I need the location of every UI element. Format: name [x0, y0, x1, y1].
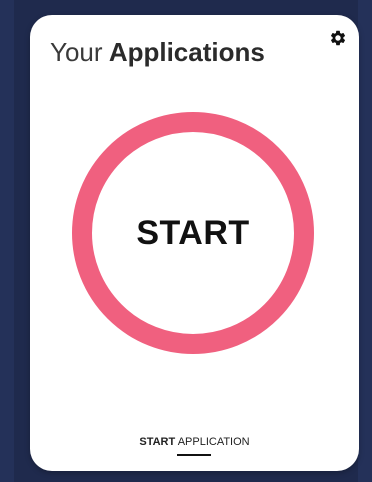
applications-card: Your Applications START START APPLICATIO… [30, 15, 359, 471]
tab-label-bold: START [139, 436, 176, 448]
tab-label-normal: APPLICATION [177, 436, 250, 448]
active-tab-indicator [177, 454, 211, 456]
frame-edge-right [358, 0, 372, 482]
gear-icon[interactable] [329, 29, 347, 47]
start-button-label: START [136, 213, 250, 252]
page-title: Your Applications [50, 37, 265, 67]
start-button[interactable]: START [72, 112, 314, 354]
page-title-bold: Applications [108, 37, 265, 67]
page-title-light: Your [50, 37, 103, 67]
gear-icon-svg [331, 30, 346, 46]
frame-edge-left [0, 0, 14, 482]
tab-start-application[interactable]: START APPLICATION [30, 436, 359, 448]
